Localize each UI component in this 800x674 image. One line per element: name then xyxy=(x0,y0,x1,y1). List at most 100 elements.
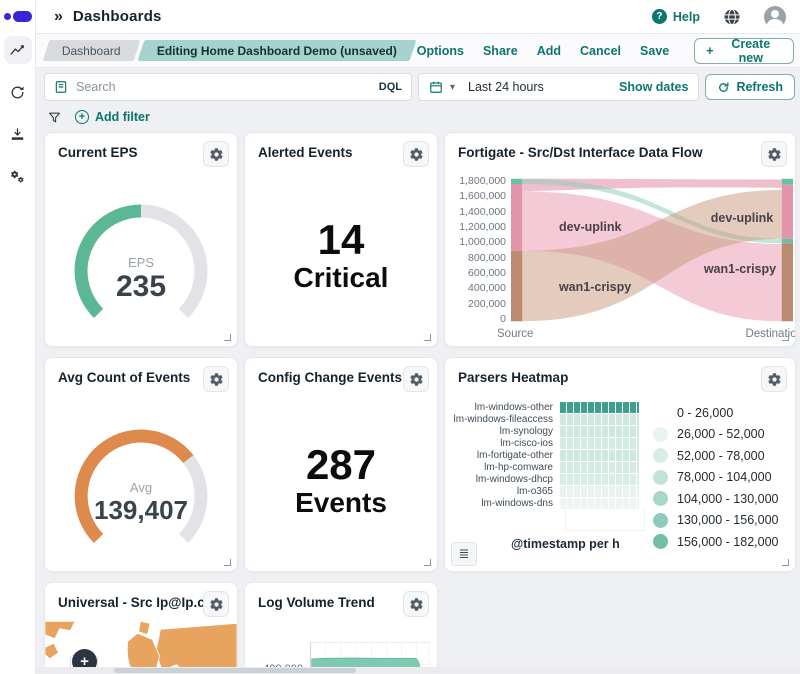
collapse-sidebar-icon[interactable]: » xyxy=(54,8,63,26)
panel-settings-button[interactable] xyxy=(761,366,787,392)
scrollbar-thumb[interactable] xyxy=(114,668,356,673)
toolbar-action-link[interactable]: Share xyxy=(483,44,518,58)
panel-title: Parsers Heatmap xyxy=(458,366,568,385)
sankey-node-label: wan1-crispy xyxy=(559,280,631,294)
resize-handle[interactable] xyxy=(424,334,431,341)
legend-toggle-button[interactable]: ≣ xyxy=(451,542,477,566)
show-dates-link[interactable]: Show dates xyxy=(619,80,688,94)
resize-handle[interactable] xyxy=(782,334,789,341)
legend-range: 156,000 - 182,000 xyxy=(677,535,778,549)
heatmap-row: lm-hp-comware xyxy=(449,462,645,473)
logo-dot-icon xyxy=(4,13,11,20)
add-filter-button[interactable]: + Add filter xyxy=(75,110,150,124)
legend-item: 26,000 - 52,000 xyxy=(653,427,791,442)
sankey-chart: 1,800,0001,600,0001,400,0001,200,0001,00… xyxy=(445,167,795,325)
heatmap-chart: lm-windows-other lm-windows-fileaccess l… xyxy=(445,392,795,551)
panel-title: Universal - Src Ip@Ip.country Code xyxy=(58,591,203,610)
help-label: Help xyxy=(673,10,700,24)
panel-settings-button[interactable] xyxy=(203,366,229,392)
heatmap-row-cells xyxy=(559,450,639,461)
search-toolbar: DQL ▾ Last 24 hours Show dates Refresh xyxy=(36,68,800,104)
resize-handle[interactable] xyxy=(424,559,431,566)
user-avatar[interactable] xyxy=(764,6,786,28)
y-tick-label: 1,000,000 xyxy=(453,236,506,248)
saved-search-icon[interactable] xyxy=(54,80,68,94)
resize-handle[interactable] xyxy=(224,334,231,341)
tab-dashboard[interactable]: Dashboard xyxy=(43,40,141,61)
resize-handle[interactable] xyxy=(782,559,789,566)
svg-text:Avg: Avg xyxy=(130,480,152,495)
dashboard-grid: Current EPS EPS 235 Alerted Events 14 xyxy=(36,130,800,674)
language-globe-button[interactable] xyxy=(722,7,742,27)
gear-icon xyxy=(409,147,424,162)
funnel-icon xyxy=(48,111,61,124)
help-button[interactable]: ? Help xyxy=(652,9,700,24)
toolbar-actions: Options Share Add Cancel Save + Create new xyxy=(417,38,794,64)
panel-title: Avg Count of Events xyxy=(58,366,190,385)
line-chart-icon xyxy=(9,42,26,59)
create-new-button[interactable]: + Create new xyxy=(694,38,794,64)
legend-swatch xyxy=(653,405,668,420)
app-logo[interactable] xyxy=(4,11,32,22)
sync-icon xyxy=(9,84,26,101)
legend-swatch xyxy=(653,470,668,485)
heatmap-row-label: lm-windows-other xyxy=(449,402,559,413)
panel-settings-button[interactable] xyxy=(203,591,229,617)
panel-title: Config Change Events xyxy=(258,366,402,385)
heatmap-row-cells xyxy=(559,498,639,509)
legend-item: 104,000 - 130,000 xyxy=(653,491,791,506)
y-tick-label: 1,800,000 xyxy=(453,175,506,187)
area-chart: 400,000 xyxy=(245,617,437,674)
tab-editing-dashboard[interactable]: Editing Home Dashboard Demo (unsaved) xyxy=(137,40,416,61)
gear-icon xyxy=(767,372,782,387)
panel-title: Log Volume Trend xyxy=(258,591,375,610)
time-range-value: Last 24 hours xyxy=(468,80,544,94)
panel-universal-map: Universal - Src Ip@Ip.country Code xyxy=(44,582,238,674)
dql-mode-toggle[interactable]: DQL xyxy=(379,81,402,93)
heatmap-row-cells xyxy=(559,426,639,437)
sankey-node-label: dev-uplink xyxy=(711,211,774,225)
refresh-button[interactable]: Refresh xyxy=(705,74,795,100)
question-icon: ? xyxy=(652,9,667,24)
sankey-node-label: dev-uplink xyxy=(559,220,622,234)
legend-swatch xyxy=(653,534,668,549)
panel-settings-button[interactable] xyxy=(203,141,229,167)
legend-item: 52,000 - 78,000 xyxy=(653,448,791,463)
toolbar-action-link[interactable]: Options xyxy=(417,44,464,58)
sidebar-item-services[interactable] xyxy=(4,162,32,190)
import-icon xyxy=(9,126,26,143)
resize-handle[interactable] xyxy=(224,559,231,566)
search-input[interactable] xyxy=(76,80,371,94)
panel-settings-button[interactable] xyxy=(403,366,429,392)
globe-icon xyxy=(722,7,742,27)
calendar-icon xyxy=(429,80,443,94)
filter-funnel-button[interactable] xyxy=(48,111,61,124)
panel-settings-button[interactable] xyxy=(761,141,787,167)
legend-range: 104,000 - 130,000 xyxy=(677,492,778,506)
sidebar-item-sync[interactable] xyxy=(4,78,32,106)
toolbar-action-link[interactable]: Add xyxy=(537,44,561,58)
legend-range: 26,000 - 52,000 xyxy=(677,427,765,441)
heatmap-row: lm-cisco-ios xyxy=(449,438,645,449)
heatmap-row: lm-windows-fileaccess xyxy=(449,414,645,425)
legend-range: 78,000 - 104,000 xyxy=(677,470,772,484)
panel-settings-button[interactable] xyxy=(403,591,429,617)
horizontal-scrollbar[interactable] xyxy=(36,667,800,674)
toolbar-action-link[interactable]: Cancel xyxy=(580,44,621,58)
dashboard-tabsbar: Dashboard Editing Home Dashboard Demo (u… xyxy=(36,34,800,68)
gear-icon xyxy=(209,597,224,612)
panel-title: Alerted Events xyxy=(258,141,353,160)
search-box: DQL xyxy=(44,73,412,101)
panel-current-eps: Current EPS EPS 235 xyxy=(44,132,238,347)
refresh-icon xyxy=(717,81,730,94)
y-tick-label: 600,000 xyxy=(453,267,506,279)
sidebar-item-analytics[interactable] xyxy=(4,36,32,64)
time-range-control[interactable]: ▾ Last 24 hours Show dates xyxy=(418,73,699,101)
toolbar-action-link[interactable]: Save xyxy=(640,44,669,58)
panel-title: Current EPS xyxy=(58,141,138,160)
heatmap-row-label: lm-cisco-ios xyxy=(449,438,559,449)
sidebar-item-import[interactable] xyxy=(4,120,32,148)
y-tick-label: 1,400,000 xyxy=(453,206,506,218)
plus-circle-icon: + xyxy=(75,110,89,124)
panel-settings-button[interactable] xyxy=(403,141,429,167)
